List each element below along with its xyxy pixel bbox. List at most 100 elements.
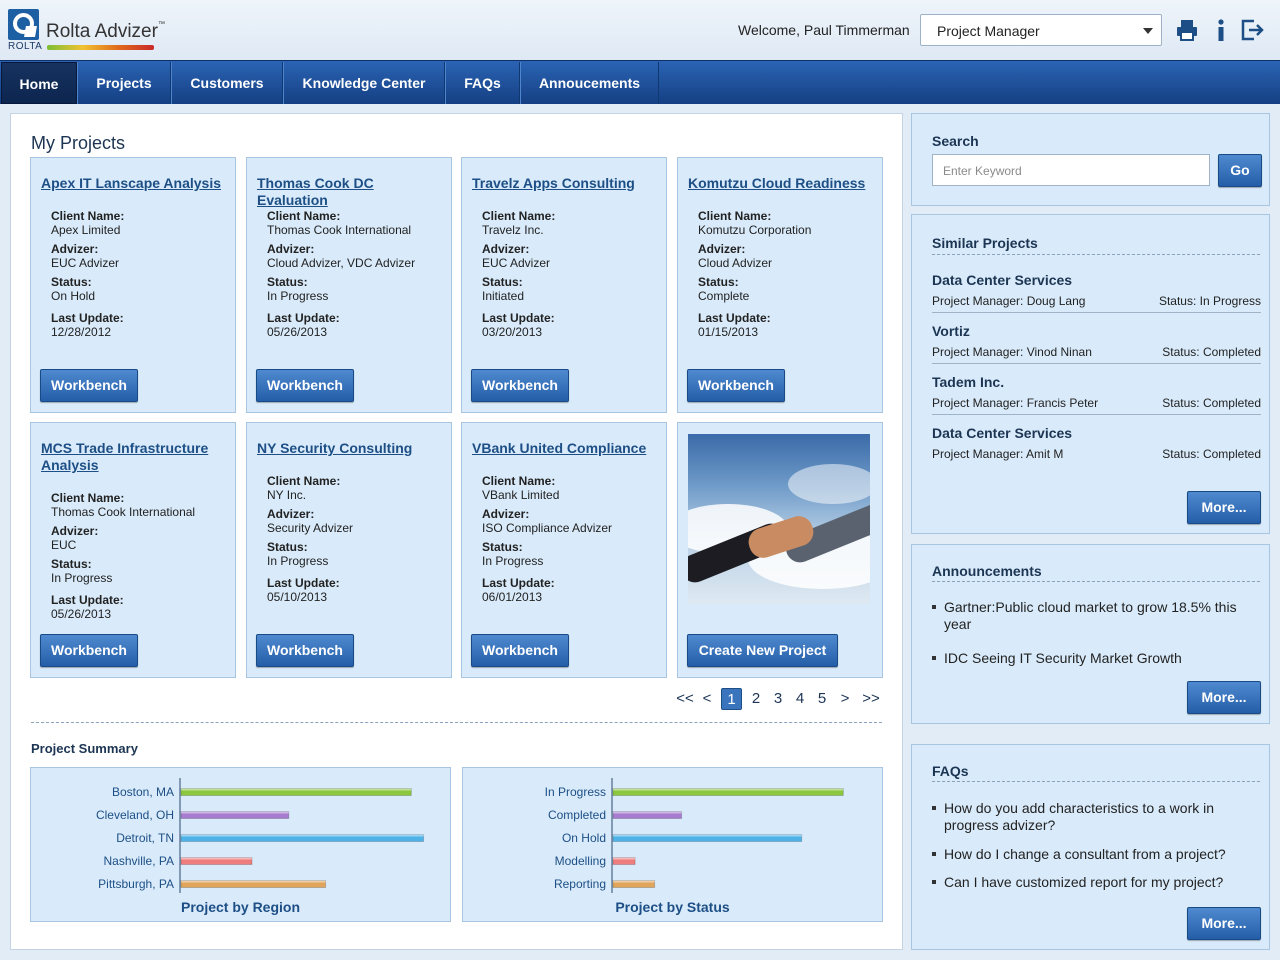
nav-home[interactable]: Home xyxy=(1,62,77,104)
page-3[interactable]: 3 xyxy=(771,688,785,710)
last-update-field: Last Update: 05/26/2013 xyxy=(51,593,124,621)
project-title-link[interactable]: Thomas Cook DC Evaluation xyxy=(257,175,443,209)
last-update-field: Last Update: 03/20/2013 xyxy=(482,311,555,339)
rolta-logo-icon xyxy=(8,9,39,40)
advizer-field: Advizer: ISO Compliance Advizer xyxy=(482,507,613,535)
chart-category-label: Pittsburgh, PA xyxy=(98,877,174,891)
logout-icon[interactable] xyxy=(1240,18,1264,42)
similar-projects-more-button[interactable]: More... xyxy=(1187,491,1261,524)
faq-item[interactable]: How do I change a consultant from a proj… xyxy=(932,846,1252,863)
page-2[interactable]: 2 xyxy=(749,688,763,710)
chevron-down-icon xyxy=(1143,28,1153,34)
bullet-icon xyxy=(932,605,936,609)
nav-projects[interactable]: Projects xyxy=(77,62,171,104)
similar-project-name: Data Center Services xyxy=(932,272,1073,288)
chart-bar-highlight xyxy=(613,880,655,883)
last-update-field: Last Update: 12/28/2012 xyxy=(51,311,124,339)
client-field: Client Name: Thomas Cook International xyxy=(51,491,196,519)
project-title-link[interactable]: MCS Trade Infrastructure Analysis xyxy=(41,440,227,474)
last-update-field: Last Update: 06/01/2013 xyxy=(482,576,555,604)
advizer-field: Advizer: EUC Advizer xyxy=(482,242,551,270)
divider xyxy=(932,414,1261,415)
divider xyxy=(932,312,1261,313)
chart-category-label: Nashville, PA xyxy=(104,854,174,868)
client-field: Client Name: Apex Limited xyxy=(51,209,125,237)
last-update-field: Last Update: 05/26/2013 xyxy=(267,311,340,339)
nav-faqs[interactable]: FAQs xyxy=(445,62,520,104)
project-title-link[interactable]: Apex IT Lanscape Analysis xyxy=(41,175,227,192)
page-next[interactable]: > xyxy=(838,688,852,710)
search-input[interactable]: Enter Keyword xyxy=(932,154,1210,186)
logo-subtext: ROLTA xyxy=(8,41,43,52)
status-field: Status: In Progress xyxy=(482,540,544,568)
chart-bar-highlight xyxy=(613,834,802,837)
announcement-item[interactable]: IDC Seeing IT Security Market Growth xyxy=(932,650,1252,667)
my-projects-title: My Projects xyxy=(31,133,126,153)
page-5[interactable]: 5 xyxy=(815,688,829,710)
similar-project-manager: Project Manager: Doug Lang xyxy=(932,294,1086,308)
workbench-button[interactable]: Workbench xyxy=(256,634,354,667)
page-1[interactable]: 1 xyxy=(721,688,742,710)
client-field: Client Name: NY Inc. xyxy=(267,474,341,502)
faq-item[interactable]: Can I have customized report for my proj… xyxy=(932,874,1252,891)
handshake-image xyxy=(688,434,870,604)
status-chart-title: Project by Status xyxy=(615,899,730,915)
workbench-button[interactable]: Workbench xyxy=(687,369,785,402)
page-last[interactable]: >> xyxy=(860,688,882,710)
printer-icon[interactable] xyxy=(1175,18,1199,42)
advizer-field: Advizer: Cloud Advizer xyxy=(698,242,773,270)
similar-project-name: Vortiz xyxy=(932,323,970,339)
similar-project-status: Status: Completed xyxy=(1162,396,1261,410)
project-card: Thomas Cook DC Evaluation Client Name: Th… xyxy=(246,157,452,413)
similar-project-manager: Project Manager: Amit M xyxy=(932,447,1064,461)
go-button[interactable]: Go xyxy=(1218,154,1262,187)
workbench-button[interactable]: Workbench xyxy=(40,369,138,402)
project-title-link[interactable]: VBank United Compliance xyxy=(472,440,658,457)
client-field: Client Name: Komutzu Corporation xyxy=(698,209,812,237)
similar-project-status: Status: In Progress xyxy=(1158,294,1261,308)
search-panel: Search Enter Keyword Go xyxy=(911,113,1270,206)
status-field: Status: In Progress xyxy=(267,275,329,303)
bullet-icon xyxy=(932,656,936,660)
role-select-value: Project Manager xyxy=(937,23,1040,39)
announcement-item[interactable]: Gartner:Public cloud market to grow 18.5… xyxy=(932,599,1252,633)
role-select[interactable]: Project Manager xyxy=(920,14,1162,46)
workbench-button[interactable]: Workbench xyxy=(471,634,569,667)
page-first[interactable]: << xyxy=(674,688,696,710)
welcome-text: Welcome, Paul Timmerman xyxy=(738,22,910,38)
faqs-more-button[interactable]: More... xyxy=(1187,907,1261,940)
info-icon[interactable] xyxy=(1209,18,1233,42)
project-title-link[interactable]: Komutzu Cloud Readiness xyxy=(688,175,874,192)
nav-knowledge-center[interactable]: Knowledge Center xyxy=(283,62,445,104)
nav-announcements[interactable]: Annoucements xyxy=(520,62,659,104)
chart-bar-highlight xyxy=(181,811,289,814)
divider xyxy=(932,781,1260,782)
similar-project-status: Status: Completed xyxy=(1162,345,1261,359)
chart-bar-highlight xyxy=(181,834,424,837)
project-title-link[interactable]: NY Security Consulting xyxy=(257,440,443,457)
project-title-link[interactable]: Travelz Apps Consulting xyxy=(472,175,658,192)
create-new-project-button[interactable]: Create New Project xyxy=(687,634,838,667)
similar-project-name: Data Center Services xyxy=(932,425,1073,441)
workbench-button[interactable]: Workbench xyxy=(256,369,354,402)
create-project-card: Create New Project xyxy=(677,422,883,678)
nav-customers[interactable]: Customers xyxy=(171,62,283,104)
page-4[interactable]: 4 xyxy=(793,688,807,710)
similar-project-status: Status: Completed xyxy=(1162,447,1261,461)
chart-category-label: Cleveland, OH xyxy=(96,808,174,822)
page-prev[interactable]: < xyxy=(700,688,714,710)
last-update-field: Last Update: 05/10/2013 xyxy=(267,576,340,604)
chart-category-label: Modelling xyxy=(555,854,606,868)
chart-category-label: Detroit, TN xyxy=(116,831,174,845)
advizer-field: Advizer: EUC Advizer xyxy=(51,242,120,270)
faq-item[interactable]: How do you add characteristics to a work… xyxy=(932,800,1252,834)
chart-bar-highlight xyxy=(613,811,682,814)
chart-bar-highlight xyxy=(613,788,844,791)
announcements-more-button[interactable]: More... xyxy=(1187,681,1261,714)
app-header: ROLTA Rolta Advizer™ Welcome, Paul Timme… xyxy=(0,0,1280,60)
last-update-field: Last Update: 01/15/2013 xyxy=(698,311,771,339)
workbench-button[interactable]: Workbench xyxy=(471,369,569,402)
client-field: Client Name: Thomas Cook International xyxy=(267,209,412,237)
workbench-button[interactable]: Workbench xyxy=(40,634,138,667)
project-card: VBank United Compliance Client Name: VBan… xyxy=(461,422,667,678)
